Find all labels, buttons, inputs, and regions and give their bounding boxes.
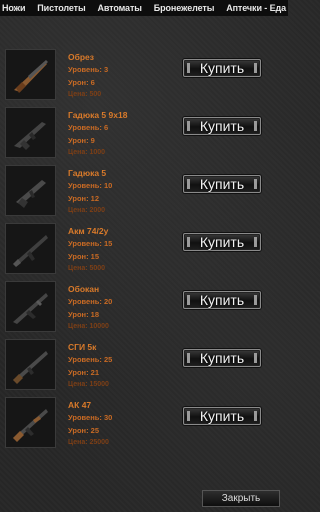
weapon-row: Гадюка 5 9х18 Уровень: 6 Урон: 9 Цена: 1… <box>0 107 288 165</box>
weapon-row: Обрез Уровень: 3 Урон: 6 Цена: 500 Купит… <box>0 49 288 107</box>
tab-armor[interactable]: Бронежелеты <box>154 3 215 13</box>
weapon-level: Уровень: 20 <box>68 297 113 306</box>
buy-button[interactable]: Купить <box>183 233 261 251</box>
weapon-row: Обокан Уровень: 20 Урон: 18 Цена: 10000 … <box>0 281 288 339</box>
weapon-damage: Урон: 25 <box>68 426 99 435</box>
weapon-damage: Урон: 9 <box>68 136 95 145</box>
weapon-damage: Урон: 12 <box>68 194 99 203</box>
weapon-thumbnail <box>5 49 56 100</box>
weapon-level: Уровень: 30 <box>68 413 113 422</box>
weapon-name: Гадюка 5 <box>68 168 107 178</box>
tab-knives[interactable]: Ножи <box>2 3 26 13</box>
rifle-icon <box>13 351 48 384</box>
weapon-price: Цена: 25000 <box>68 439 109 446</box>
buy-button[interactable]: Купить <box>183 175 261 193</box>
weapon-name: Обрез <box>68 52 95 62</box>
weapon-thumbnail <box>5 397 56 448</box>
weapon-level: Уровень: 3 <box>68 65 109 74</box>
tab-medkits-food[interactable]: Аптечки - Еда <box>226 3 286 13</box>
weapon-level: Уровень: 6 <box>68 123 109 132</box>
weapon-thumbnail <box>5 339 56 390</box>
weapon-price: Цена: 10000 <box>68 323 109 330</box>
weapon-row: Акм 74/2у Уровень: 15 Урон: 15 Цена: 500… <box>0 223 288 281</box>
category-tabs: Ножи Пистолеты Автоматы Бронежелеты Апте… <box>0 0 288 16</box>
weapon-damage: Урон: 6 <box>68 78 95 87</box>
weapon-row: АК 47 Уровень: 30 Урон: 25 Цена: 25000 К… <box>0 397 288 455</box>
weapon-level: Уровень: 15 <box>68 239 113 248</box>
buy-button[interactable]: Купить <box>183 349 261 367</box>
tab-pistols[interactable]: Пистолеты <box>37 3 85 13</box>
weapon-level: Уровень: 10 <box>68 181 113 190</box>
weapon-damage: Урон: 18 <box>68 310 99 319</box>
close-button[interactable]: Закрыть <box>202 490 280 507</box>
weapon-name: СГИ 5к <box>68 342 97 352</box>
weapon-name: АК 47 <box>68 400 92 410</box>
weapon-name: Акм 74/2у <box>68 226 109 236</box>
buy-button[interactable]: Купить <box>183 291 261 309</box>
weapon-thumbnail <box>5 281 56 332</box>
weapon-thumbnail <box>5 165 56 216</box>
weapon-price: Цена: 2000 <box>68 207 106 214</box>
sawed-off-shotgun-icon <box>14 60 48 93</box>
weapon-row: СГИ 5к Уровень: 25 Урон: 21 Цена: 15000 … <box>0 339 288 397</box>
assault-rifle-icon <box>13 293 48 324</box>
weapon-level: Уровень: 25 <box>68 355 113 364</box>
weapon-damage: Урон: 15 <box>68 252 99 261</box>
smg-icon <box>14 122 46 150</box>
assault-rifle-icon <box>13 235 48 267</box>
weapon-name: Обокан <box>68 284 100 294</box>
weapon-thumbnail <box>5 107 56 158</box>
buy-button[interactable]: Купить <box>183 59 261 77</box>
weapon-price: Цена: 500 <box>68 91 102 98</box>
smg-icon <box>16 180 46 208</box>
weapon-thumbnail <box>5 223 56 274</box>
weapon-price: Цена: 15000 <box>68 381 109 388</box>
weapon-price: Цена: 5000 <box>68 265 106 272</box>
buy-button[interactable]: Купить <box>183 407 261 425</box>
weapon-damage: Урон: 21 <box>68 368 99 377</box>
ak47-icon <box>13 409 48 442</box>
buy-button[interactable]: Купить <box>183 117 261 135</box>
weapon-row: Гадюка 5 Уровень: 10 Урон: 12 Цена: 2000… <box>0 165 288 223</box>
weapon-name: Гадюка 5 9х18 <box>68 110 128 120</box>
weapon-price: Цена: 1000 <box>68 149 106 156</box>
tab-rifles[interactable]: Автоматы <box>97 3 142 13</box>
